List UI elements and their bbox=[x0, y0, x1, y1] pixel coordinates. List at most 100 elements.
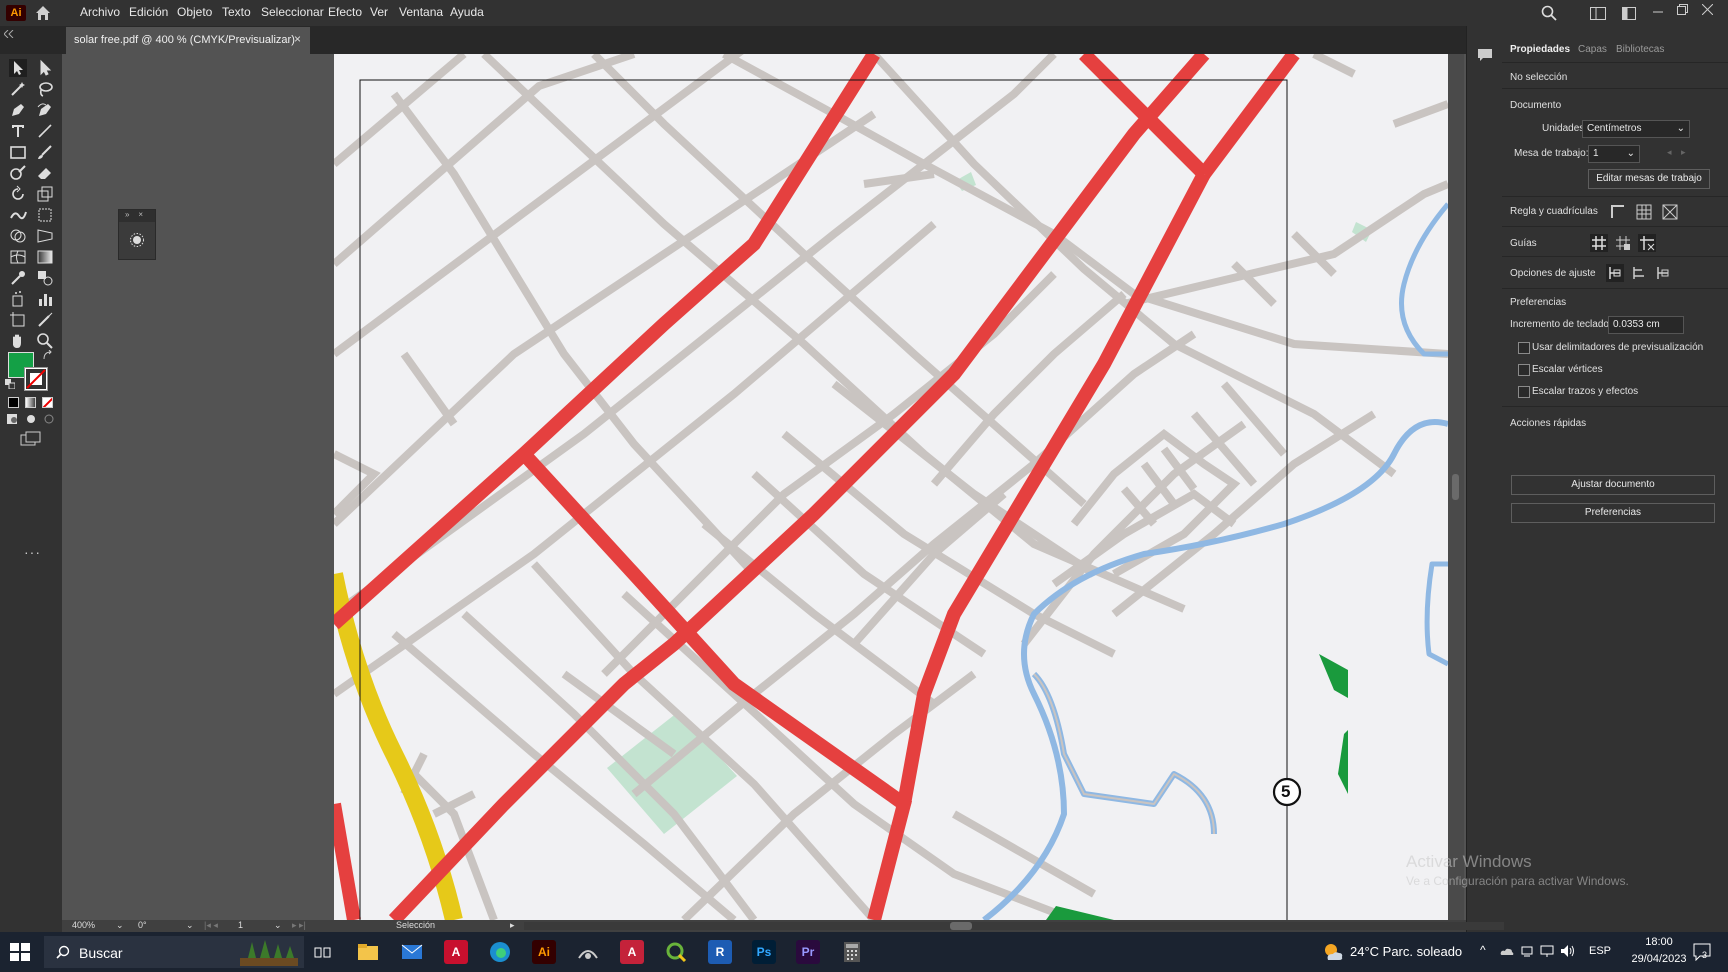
floating-panel[interactable]: » × bbox=[118, 209, 156, 260]
tab-capas[interactable]: Capas bbox=[1578, 44, 1607, 55]
edge-icon[interactable] bbox=[488, 940, 512, 964]
scale-strokes-checkbox[interactable] bbox=[1518, 386, 1530, 398]
bing-illustration-icon[interactable] bbox=[240, 938, 298, 966]
draw-inside-icon[interactable] bbox=[42, 413, 56, 425]
autocad-icon[interactable]: A bbox=[620, 940, 644, 964]
fit-document-button[interactable]: Ajustar documento bbox=[1511, 475, 1715, 495]
comments-icon[interactable] bbox=[1477, 48, 1493, 62]
weather-text[interactable]: 24°C Parc. soleado bbox=[1350, 944, 1462, 959]
menu-edicion[interactable]: Edición bbox=[129, 5, 168, 19]
smart-guides-icon[interactable] bbox=[1638, 234, 1656, 252]
clock-date[interactable]: 29/04/2023 bbox=[1620, 953, 1698, 965]
workspace-layout-icon[interactable] bbox=[1590, 7, 1606, 20]
direct-selection-tool-icon[interactable] bbox=[36, 59, 54, 77]
last-artboard-icon[interactable]: ▸ ▸| bbox=[292, 920, 306, 931]
perspective-grid-icon[interactable] bbox=[1662, 204, 1678, 220]
network-tool-icon[interactable] bbox=[576, 940, 600, 964]
snap-to-glyph-icon[interactable] bbox=[1654, 264, 1672, 282]
eyedropper-tool-icon[interactable] bbox=[9, 269, 27, 287]
menu-ventana[interactable]: Ventana bbox=[399, 5, 443, 19]
next-artboard-icon[interactable]: ▸ bbox=[1681, 147, 1686, 158]
line-tool-icon[interactable] bbox=[36, 122, 54, 140]
artboard-tool-icon[interactable] bbox=[9, 311, 27, 329]
rectangle-tool-icon[interactable] bbox=[9, 143, 27, 161]
menu-efecto[interactable]: Efecto bbox=[328, 5, 362, 19]
perspective-grid-tool-icon[interactable] bbox=[36, 227, 54, 245]
symbol-sprayer-tool-icon[interactable] bbox=[9, 290, 27, 308]
calculator-icon[interactable] bbox=[840, 940, 864, 964]
preferences-button[interactable]: Preferencias bbox=[1511, 503, 1715, 523]
draw-normal-icon[interactable] bbox=[6, 413, 20, 425]
draw-behind-icon[interactable] bbox=[24, 413, 38, 425]
none-mode-icon[interactable] bbox=[42, 397, 53, 408]
horizontal-scroll-thumb[interactable] bbox=[950, 922, 972, 930]
chevron-down-icon[interactable]: ⌄ bbox=[116, 920, 124, 931]
taskbar-search-box[interactable]: Buscar bbox=[44, 936, 304, 968]
file-explorer-icon[interactable] bbox=[356, 940, 380, 964]
shaper-tool-icon[interactable] bbox=[9, 164, 27, 182]
task-view-icon[interactable] bbox=[314, 944, 332, 960]
tab-propiedades[interactable]: Propiedades bbox=[1510, 44, 1570, 55]
mesh-tool-icon[interactable] bbox=[9, 248, 27, 266]
menu-ver[interactable]: Ver bbox=[370, 5, 388, 19]
units-dropdown[interactable]: Centímetros ⌄ bbox=[1582, 120, 1690, 138]
menu-texto[interactable]: Texto bbox=[222, 5, 251, 19]
curvature-tool-icon[interactable] bbox=[36, 101, 54, 119]
artboard[interactable]: 5 bbox=[334, 54, 1448, 920]
ruler-icon[interactable] bbox=[1610, 204, 1626, 220]
horizontal-scrollbar[interactable] bbox=[524, 922, 1504, 930]
network-status-icon[interactable] bbox=[1520, 944, 1534, 958]
keyboard-increment-input[interactable]: 0.0353 cm bbox=[1608, 316, 1684, 334]
menu-objeto[interactable]: Objeto bbox=[177, 5, 212, 19]
puppet-warp-tool-icon[interactable] bbox=[9, 206, 27, 224]
snap-to-point-icon[interactable] bbox=[1606, 264, 1624, 282]
sun-icon[interactable] bbox=[129, 232, 145, 248]
color-mode-icon[interactable] bbox=[8, 397, 19, 408]
status-menu-icon[interactable]: ▸ bbox=[510, 920, 515, 931]
weather-icon[interactable] bbox=[1322, 942, 1344, 962]
shape-builder-tool-icon[interactable] bbox=[9, 227, 27, 245]
free-transform-tool-icon[interactable] bbox=[36, 206, 54, 224]
tab-bibliotecas[interactable]: Bibliotecas bbox=[1616, 44, 1664, 55]
rotate-tool-icon[interactable] bbox=[9, 185, 27, 203]
slice-tool-icon[interactable] bbox=[36, 311, 54, 329]
menu-seleccionar[interactable]: Seleccionar bbox=[261, 5, 324, 19]
blend-tool-icon[interactable] bbox=[36, 269, 54, 287]
show-hidden-icons-icon[interactable]: ^ bbox=[1480, 943, 1486, 957]
home-icon[interactable] bbox=[34, 4, 52, 22]
floating-panel-header[interactable]: » × bbox=[119, 210, 155, 222]
type-tool-icon[interactable] bbox=[9, 122, 27, 140]
photoshop-icon[interactable]: Ps bbox=[752, 940, 776, 964]
swap-fill-stroke-icon[interactable] bbox=[42, 350, 54, 362]
rotation-value[interactable]: 0° bbox=[138, 920, 147, 930]
vertical-scroll-thumb[interactable] bbox=[1452, 474, 1459, 500]
restore-icon[interactable] bbox=[1677, 4, 1688, 15]
menu-ayuda[interactable]: Ayuda bbox=[450, 5, 484, 19]
scale-corners-checkbox[interactable] bbox=[1518, 364, 1530, 376]
edit-artboards-button[interactable]: Editar mesas de trabajo bbox=[1588, 169, 1710, 189]
snap-to-pixel-icon[interactable] bbox=[1630, 264, 1648, 282]
clock-time[interactable]: 18:00 bbox=[1634, 936, 1684, 948]
qgis-icon[interactable] bbox=[664, 940, 688, 964]
hand-tool-icon[interactable] bbox=[9, 332, 27, 350]
artboard-number[interactable]: 1 bbox=[238, 920, 243, 930]
zoom-level[interactable]: 400% bbox=[72, 920, 95, 930]
lock-guides-icon[interactable] bbox=[1614, 234, 1632, 252]
preview-bounds-checkbox[interactable] bbox=[1518, 342, 1530, 354]
language-indicator[interactable]: ESP bbox=[1589, 945, 1611, 957]
close-window-icon[interactable] bbox=[1702, 4, 1713, 15]
default-fill-stroke-icon[interactable] bbox=[5, 379, 15, 389]
first-artboard-icon[interactable]: |◂ ◂ bbox=[204, 920, 218, 931]
show-guides-icon[interactable] bbox=[1590, 234, 1608, 252]
column-graph-tool-icon[interactable] bbox=[36, 290, 54, 308]
vertical-scrollbar[interactable] bbox=[1448, 54, 1464, 920]
stroke-color-swatch[interactable] bbox=[24, 367, 48, 391]
windows-start-icon[interactable] bbox=[8, 942, 32, 962]
document-tab[interactable]: solar free.pdf @ 400 % (CMYK/Previsualiz… bbox=[66, 27, 310, 54]
minimize-icon[interactable] bbox=[1653, 10, 1663, 14]
premiere-icon[interactable]: Pr bbox=[796, 940, 820, 964]
paintbrush-tool-icon[interactable] bbox=[36, 143, 54, 161]
eraser-tool-icon[interactable] bbox=[36, 164, 54, 182]
arrange-documents-icon[interactable] bbox=[1622, 7, 1636, 20]
scale-tool-icon[interactable] bbox=[36, 185, 54, 203]
